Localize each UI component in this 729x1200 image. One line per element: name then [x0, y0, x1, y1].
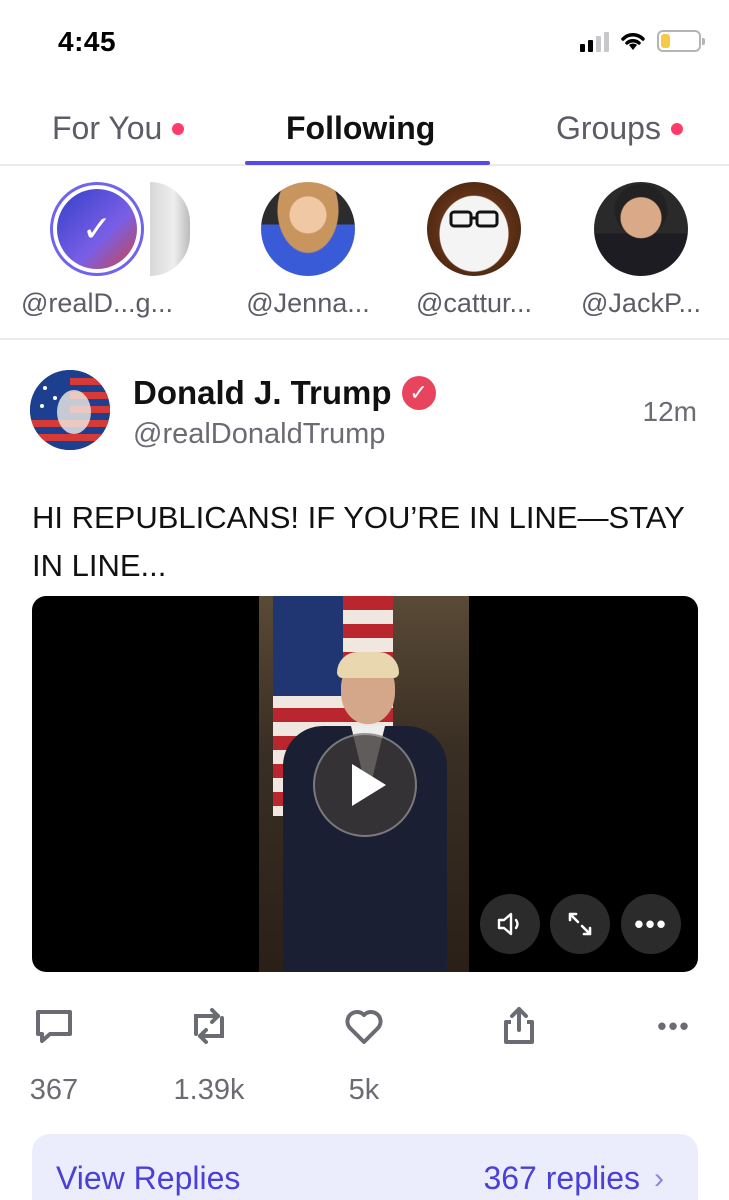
check-icon: ✓ [81, 208, 113, 249]
status-icons [580, 30, 705, 52]
replies-count: 367 replies › [483, 1160, 664, 1197]
avatar: ✓ [50, 182, 144, 276]
author-handle[interactable]: @realDonaldTrump [133, 418, 385, 451]
tab-groups[interactable]: Groups [556, 110, 683, 147]
glasses-icon [449, 210, 499, 228]
heart-icon [345, 1009, 383, 1044]
play-button[interactable] [313, 733, 417, 837]
feed-tabs: For You Following Groups [0, 100, 729, 166]
tab-label: For You [52, 110, 163, 146]
volume-button[interactable] [480, 894, 540, 954]
story-handle: @realD...g... [21, 288, 173, 318]
repost-count: 1.39k [173, 1074, 245, 1106]
person-hair [337, 652, 399, 678]
story-item[interactable]: @Jenna... [218, 182, 398, 319]
status-time: 4:45 [58, 26, 117, 57]
story-item[interactable]: @cattur... [384, 182, 564, 319]
more-icon: ••• [634, 908, 668, 939]
play-icon [352, 764, 386, 806]
reply-action[interactable]: 367 [4, 1000, 104, 1107]
volume-icon [497, 912, 519, 936]
tab-label: Following [286, 110, 436, 146]
repost-icon [194, 1008, 224, 1044]
more-icon: ••• [657, 1010, 691, 1041]
status-bar: 4:45 [0, 0, 729, 88]
story-handle: @JackP... [581, 288, 701, 318]
view-replies-bar[interactable]: View Replies 367 replies › [32, 1134, 698, 1200]
replies-count-text: 367 replies [483, 1160, 640, 1196]
post-more-action[interactable]: ••• [624, 1000, 724, 1052]
repost-action[interactable]: 1.39k [159, 1000, 259, 1107]
notification-dot-icon [670, 122, 683, 135]
view-replies-label: View Replies [56, 1160, 241, 1196]
author-name[interactable]: Donald J. Trump ✓ [133, 374, 436, 412]
flag-canton [273, 596, 343, 696]
reply-count: 367 [29, 1074, 79, 1106]
fullscreen-icon [568, 912, 592, 936]
tab-following[interactable]: Following [286, 110, 435, 147]
avatar [261, 182, 355, 276]
battery-level [661, 34, 670, 48]
battery-icon [657, 30, 705, 52]
like-action[interactable]: 5k [314, 1000, 414, 1107]
notification-dot-icon [172, 122, 185, 135]
story-item[interactable]: @JackP... [551, 182, 729, 319]
chevron-right-icon: › [654, 1161, 664, 1195]
wifi-icon [621, 33, 645, 50]
active-tab-indicator [245, 161, 490, 165]
signal-icon [580, 30, 609, 52]
share-action[interactable] [469, 1000, 569, 1052]
avatar [594, 182, 688, 276]
video-player[interactable]: ••• [32, 596, 698, 972]
comment-icon [36, 1010, 72, 1043]
post-timestamp: 12m [642, 396, 697, 427]
tab-label: Groups [556, 110, 661, 146]
post-text: HI REPUBLICANS! IF YOU’RE IN LINE—STAY I… [32, 500, 685, 583]
like-count: 5k [348, 1074, 380, 1106]
author-avatar[interactable] [30, 370, 110, 450]
stories-row: ✓ @realD...g... @Jenna... @cattur... @Ja… [0, 168, 729, 340]
flag-portrait-icon [30, 370, 110, 450]
author-name-text: Donald J. Trump [133, 374, 392, 411]
verified-badge-icon: ✓ [401, 376, 436, 410]
tab-for-you[interactable]: For You [52, 110, 185, 147]
avatar [427, 182, 521, 276]
story-handle: @cattur... [416, 288, 532, 318]
share-icon [504, 1007, 534, 1044]
story-handle: @Jenna... [246, 288, 370, 318]
post-actions: 367 1.39k 5k ••• [0, 1000, 729, 1110]
video-more-button[interactable]: ••• [621, 894, 681, 954]
fullscreen-button[interactable] [550, 894, 610, 954]
